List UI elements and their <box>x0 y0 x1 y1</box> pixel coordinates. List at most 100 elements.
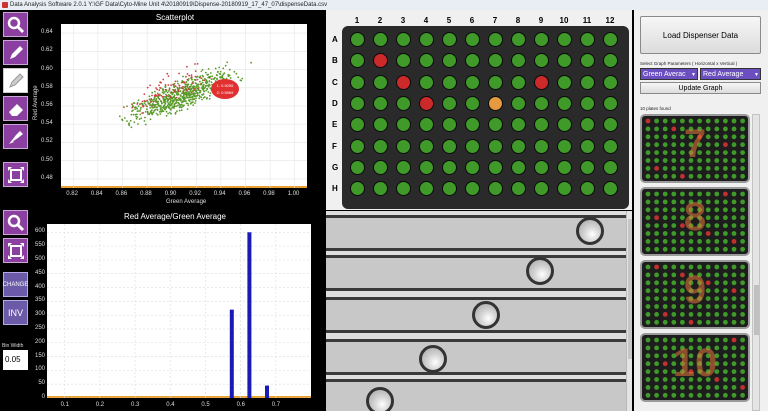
update-graph-button[interactable]: Update Graph <box>640 82 761 94</box>
row-label: F <box>332 141 337 151</box>
scatter-point <box>167 84 170 86</box>
app-icon <box>2 2 8 8</box>
thumbnail-well <box>705 173 711 179</box>
scatter-point <box>166 98 169 100</box>
image-scroll-thumb[interactable] <box>628 219 632 359</box>
chevron-down-icon: ▼ <box>754 72 759 78</box>
scatter-point <box>191 98 194 101</box>
well <box>373 74 388 90</box>
image-scrollbar[interactable] <box>626 211 632 411</box>
hist-zoom-button[interactable] <box>3 210 28 235</box>
well <box>580 159 595 175</box>
scatter-point <box>205 79 208 82</box>
scatter-point <box>190 87 193 90</box>
well <box>350 117 365 133</box>
column-number: 8 <box>515 16 521 25</box>
pencil-alt-button[interactable] <box>3 68 28 93</box>
scatter-plot-area[interactable]: 1. 0.9255 2: 0.5969 <box>61 24 307 188</box>
scatter-point <box>166 100 169 103</box>
plate-thumbnail[interactable]: 7 <box>640 114 750 183</box>
scatter-point <box>152 103 155 106</box>
scatter-point <box>118 115 121 118</box>
brush-button[interactable] <box>3 124 28 149</box>
well <box>557 138 572 154</box>
well <box>419 117 434 133</box>
fit-button[interactable] <box>3 162 28 187</box>
horizontal-param-value: Green Averac <box>643 71 686 78</box>
scatter-point <box>207 84 209 87</box>
well <box>580 181 595 197</box>
scatter-point <box>182 92 185 95</box>
scatter-point <box>192 82 194 85</box>
well <box>603 53 618 69</box>
scatter-point <box>132 113 135 116</box>
thumbnail-well <box>723 392 728 398</box>
scatter-point <box>160 110 163 113</box>
column-number: 2 <box>377 16 383 25</box>
fit-icon <box>7 242 24 259</box>
scatter-point <box>155 101 158 103</box>
scatter-point <box>170 112 172 115</box>
scatter-point <box>192 86 195 89</box>
scatter-point <box>178 84 181 87</box>
scatter-point <box>146 105 148 108</box>
scatter-point <box>196 94 199 97</box>
well-plate-panel: 1 2 3 4 5 6 7 8 9 10 11 12 ABCDEFGH <box>326 10 632 210</box>
bead <box>526 257 554 285</box>
x-tick-label: 0.2 <box>95 402 105 408</box>
scatter-point <box>200 96 203 99</box>
plate-thumbnail[interactable]: 9 <box>640 260 750 329</box>
scatter-point <box>250 61 253 64</box>
scatter-point <box>186 78 189 81</box>
scatter-point <box>207 76 210 79</box>
scatter-point <box>144 103 147 106</box>
scatter-point <box>149 118 152 121</box>
scatter-point <box>148 98 151 101</box>
vertical-param-select[interactable]: Red Average ▼ <box>700 68 761 80</box>
y-tick-label: 250 <box>34 324 45 331</box>
x-tick-label: 0.5 <box>201 402 210 408</box>
scatter-point <box>156 103 158 106</box>
thumbnail-well <box>697 392 702 398</box>
hist-fit-button[interactable] <box>3 238 28 263</box>
bin-width-input[interactable]: 0.05 <box>3 350 28 370</box>
thumbnail-number: 8 <box>683 195 707 239</box>
well <box>511 53 526 69</box>
horizontal-param-select[interactable]: Green Averac ▼ <box>640 68 698 80</box>
well <box>511 138 526 154</box>
well <box>465 74 480 90</box>
scatter-point <box>158 84 160 87</box>
y-tick-label: 100 <box>34 366 45 373</box>
scatter-point <box>134 108 137 110</box>
scatter-point <box>199 77 202 79</box>
thumbnail-scroll-thumb[interactable] <box>754 285 759 335</box>
plate-thumbnail[interactable]: 10 <box>640 333 750 402</box>
zoom-button[interactable] <box>3 12 28 37</box>
change-button[interactable]: CHANGE <box>3 272 28 297</box>
scatter-point <box>194 79 197 81</box>
well <box>373 53 388 69</box>
load-dispenser-data-button[interactable]: Load Dispenser Data <box>640 16 761 54</box>
histogram-plot-area[interactable] <box>47 224 311 399</box>
scatter-point <box>194 102 196 104</box>
pencil-button[interactable] <box>3 40 28 65</box>
thumbnail-scrollbar[interactable] <box>752 114 760 411</box>
well <box>396 53 411 69</box>
thumbnail-well <box>671 173 677 179</box>
eraser-button[interactable] <box>3 96 28 121</box>
scatter-point <box>182 85 184 88</box>
plate-thumbnail[interactable]: 8 <box>640 187 750 256</box>
well <box>373 159 388 175</box>
scatter-point <box>177 101 180 104</box>
inv-button[interactable]: INV <box>3 300 28 325</box>
histogram-bar <box>247 232 252 398</box>
well <box>557 159 572 175</box>
well <box>465 181 480 197</box>
scatter-point <box>180 109 183 112</box>
scatter-point <box>154 108 157 111</box>
thumbnail-well <box>723 246 728 252</box>
well <box>488 32 503 47</box>
scatter-point <box>184 97 187 100</box>
scatter-point <box>141 112 144 115</box>
scatter-point <box>155 87 157 89</box>
